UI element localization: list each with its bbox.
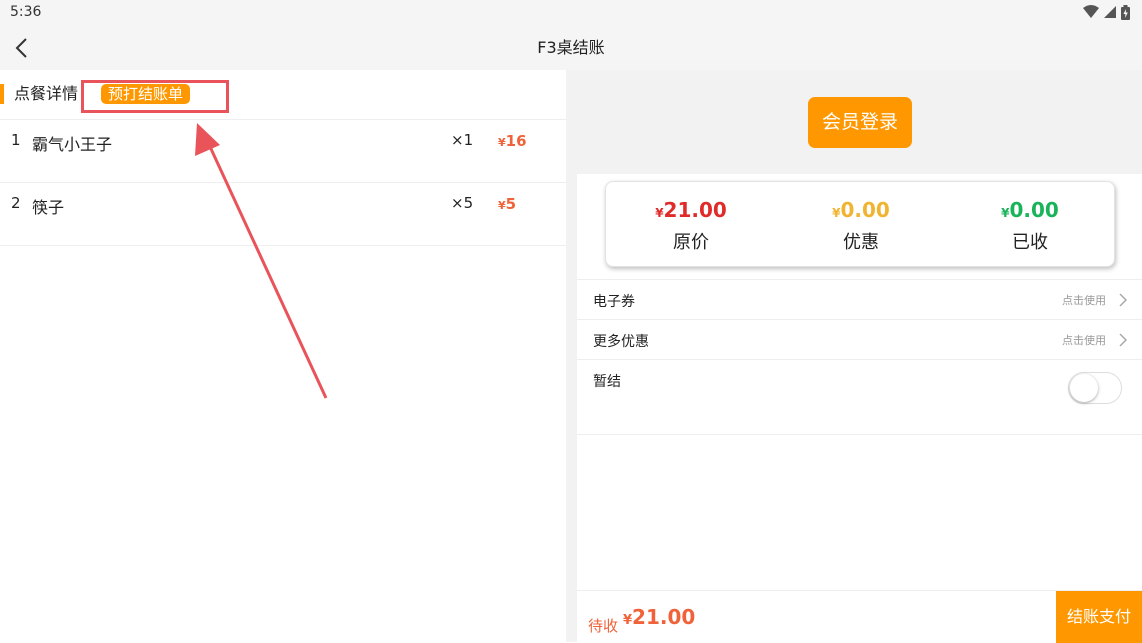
summary-label: 原价: [673, 232, 709, 253]
chevron-right-icon: [1119, 293, 1128, 307]
page-title: F3桌结账: [537, 38, 605, 57]
back-button[interactable]: [10, 34, 34, 62]
item-quantity: ×5: [451, 194, 474, 212]
currency-symbol: ¥: [498, 136, 506, 149]
item-price-value: 5: [505, 195, 517, 213]
checkout-panel: 会员登录 ¥21.00 原价 ¥0.00 优惠 ¥0.00 已收 电子券 点击使…: [566, 70, 1142, 643]
currency-symbol: ¥: [623, 613, 633, 628]
wifi-icon: [1083, 5, 1099, 18]
amount-due: ¥21.00: [623, 605, 695, 629]
chevron-left-icon: [15, 38, 27, 58]
currency-symbol: ¥: [832, 206, 841, 220]
chevron-right-icon: [1119, 333, 1128, 347]
suspend-toggle[interactable]: [1068, 372, 1122, 404]
option-action: 点击使用: [1062, 334, 1106, 347]
annotation-highlight-box: [81, 80, 229, 113]
checkout-bottom-bar: 待收 ¥21.00 结账支付: [577, 590, 1142, 643]
status-icons: [1083, 4, 1130, 20]
item-price: ¥16: [498, 132, 527, 150]
summary-amount: ¥21.00: [606, 198, 776, 222]
option-label: 电子券: [593, 294, 635, 310]
checkout-content: ¥21.00 原价 ¥0.00 优惠 ¥0.00 已收 电子券 点击使用 更多优…: [577, 174, 1142, 643]
amount-due-value: 21.00: [632, 605, 696, 629]
summary-amount: ¥0.00: [945, 198, 1115, 222]
summary-label: 优惠: [843, 232, 879, 253]
member-login-button[interactable]: 会员登录: [808, 97, 912, 148]
summary-amount: ¥0.00: [776, 198, 946, 222]
item-index: 2: [11, 194, 21, 212]
status-bar: 5:36: [0, 0, 1142, 26]
option-label: 暂结: [593, 374, 621, 390]
item-price: ¥5: [498, 195, 516, 213]
section-accent-bar: [0, 84, 4, 104]
summary-discount: ¥0.00 优惠: [776, 182, 946, 268]
option-action: 点击使用: [1062, 294, 1106, 307]
status-time: 5:36: [10, 4, 42, 20]
amount-due-label: 待收: [588, 617, 619, 635]
order-panel: 点餐详情 预打结账单 1 霸气小王子 ×1 ¥16 2 筷子 ×5 ¥5: [0, 70, 566, 642]
suspend-row: 暂结: [577, 359, 1142, 435]
option-label: 更多优惠: [593, 334, 649, 350]
e-coupon-row[interactable]: 电子券 点击使用: [577, 279, 1142, 319]
order-item-row: 1 霸气小王子 ×1 ¥16: [0, 120, 566, 183]
item-name: 筷子: [32, 198, 65, 217]
item-name: 霸气小王子: [32, 135, 113, 154]
amount-summary-card: ¥21.00 原价 ¥0.00 优惠 ¥0.00 已收: [605, 181, 1115, 267]
summary-amount-value: 0.00: [1009, 198, 1059, 222]
currency-symbol: ¥: [1001, 206, 1010, 220]
item-index: 1: [11, 131, 21, 149]
signal-icon: [1104, 6, 1116, 18]
summary-amount-value: 21.00: [663, 198, 727, 222]
more-discounts-row[interactable]: 更多优惠 点击使用: [577, 319, 1142, 359]
summary-received: ¥0.00 已收: [945, 182, 1115, 268]
toggle-knob: [1070, 374, 1098, 402]
order-item-row: 2 筷子 ×5 ¥5: [0, 183, 566, 246]
summary-label: 已收: [1012, 232, 1048, 253]
app-header: F3桌结账: [0, 26, 1142, 70]
item-price-value: 16: [505, 132, 527, 150]
currency-symbol: ¥: [655, 206, 664, 220]
battery-icon: [1121, 4, 1130, 20]
currency-symbol: ¥: [498, 199, 506, 212]
item-quantity: ×1: [451, 131, 474, 149]
summary-amount-value: 0.00: [840, 198, 890, 222]
checkout-pay-button[interactable]: 结账支付: [1056, 591, 1142, 643]
section-title: 点餐详情: [14, 84, 79, 103]
summary-original-price: ¥21.00 原价: [606, 182, 776, 268]
order-section-header: 点餐详情 预打结账单: [0, 70, 566, 120]
